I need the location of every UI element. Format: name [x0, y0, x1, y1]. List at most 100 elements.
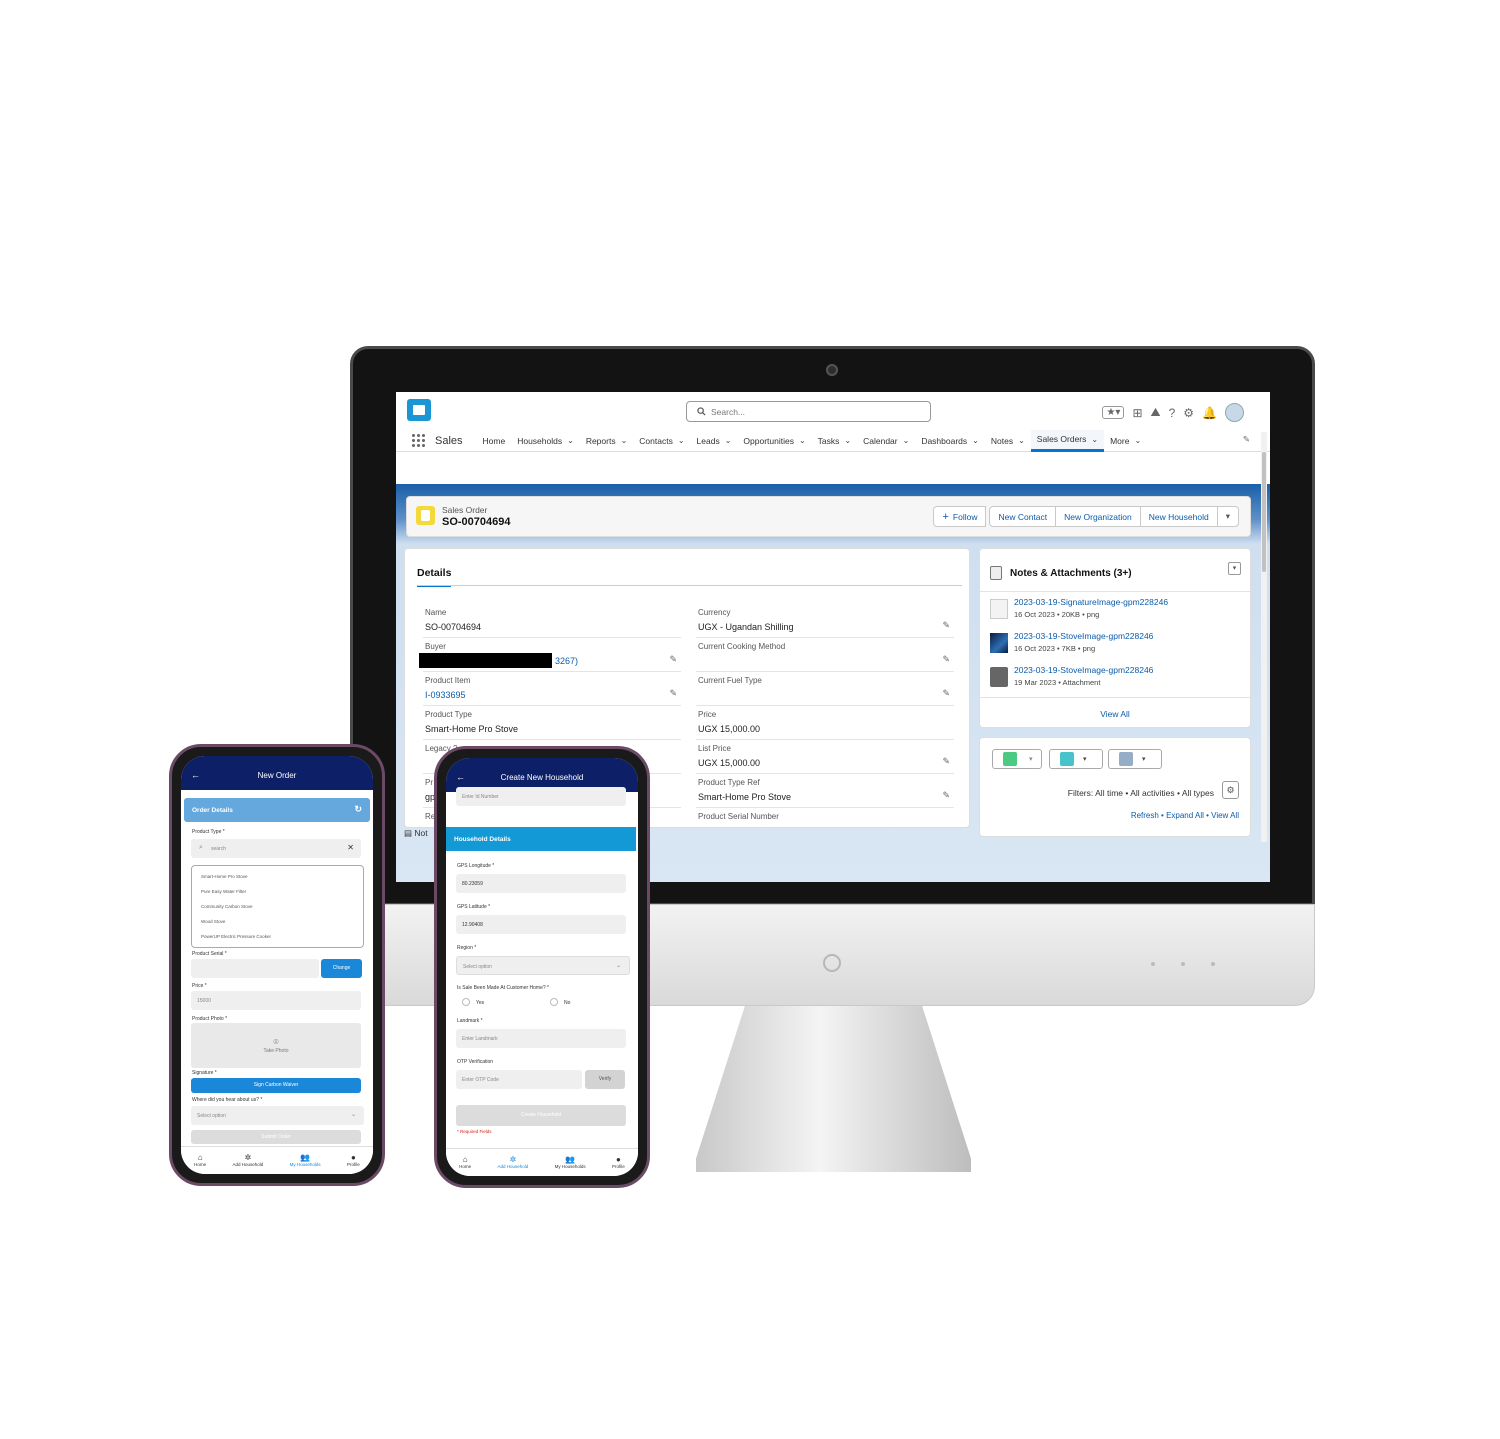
pencil-icon[interactable]: ✎ — [942, 654, 950, 665]
tab-home[interactable]: ⌂ Home — [194, 1153, 206, 1167]
nav-item-dashboards[interactable]: Dashboards ⌄ — [915, 430, 985, 452]
gear-icon[interactable]: ⚙ — [1183, 406, 1194, 420]
bottom-tab-bar: ⌂ Home ✲ Add Household 👥 My Households ● Profil… — [181, 1146, 373, 1174]
id-number-input[interactable]: Enter Id Number — [456, 787, 626, 806]
nav-item-more[interactable]: More ⌄ — [1104, 430, 1147, 452]
new-task-button[interactable]: ▾ — [992, 749, 1042, 769]
nav-item-home[interactable]: Home — [477, 430, 512, 452]
chevron-down-icon[interactable]: ⌄ — [678, 436, 685, 445]
take-photo-area[interactable]: ⌾ Take Photo — [191, 1023, 361, 1068]
nav-item-notes[interactable]: Notes ⌄ — [985, 430, 1031, 452]
otp-input[interactable]: Enter OTP Code — [456, 1070, 582, 1089]
attachment-link[interactable]: 2023-03-19-StoveImage-gpm228246 — [1014, 665, 1153, 675]
new-household-button[interactable]: New Household — [1139, 506, 1218, 527]
chevron-down-icon[interactable]: ⌄ — [1018, 436, 1025, 445]
chevron-down-icon[interactable]: ⌄ — [1134, 436, 1141, 445]
email-button[interactable]: ▾ — [1108, 749, 1162, 769]
log-call-button[interactable]: ▾ — [1049, 749, 1103, 769]
tab-add-household[interactable]: ✲ Add Household — [498, 1155, 529, 1169]
pencil-icon[interactable]: ✎ — [942, 756, 950, 767]
pencil-icon[interactable]: ✎ — [669, 688, 677, 699]
chevron-down-icon[interactable]: ⌄ — [903, 436, 910, 445]
product-option[interactable]: Smart-Home Pro Stove — [201, 874, 248, 879]
product-option[interactable]: Wood Stove — [201, 919, 225, 924]
view-all-link[interactable]: View All — [980, 709, 1250, 719]
bell-icon[interactable]: 🔔 — [1202, 406, 1217, 420]
global-create-icon[interactable]: ⊞ — [1132, 406, 1142, 420]
referral-select[interactable]: Select option ⌄ — [191, 1106, 364, 1125]
nav-item-households[interactable]: Households ⌄ — [511, 430, 580, 452]
pencil-icon[interactable]: ✎ — [669, 654, 677, 665]
tab-my-households[interactable]: 👥 My Households — [290, 1153, 321, 1167]
submit-order-button[interactable]: Submit Order — [191, 1130, 361, 1144]
app-launcher-icon[interactable] — [412, 433, 426, 448]
change-button[interactable]: Change — [321, 959, 362, 978]
nav-item-contacts[interactable]: Contacts ⌄ — [633, 430, 690, 452]
gps-longitude-input[interactable]: 80.23059 — [456, 874, 626, 893]
help-icon[interactable]: ? — [1169, 406, 1176, 420]
radio-no[interactable] — [550, 998, 558, 1006]
landmark-input[interactable]: Enter Landmark — [456, 1029, 626, 1048]
attachment-meta: 16 Oct 2023 • 7KB • png — [1014, 644, 1096, 653]
page-scrollbar[interactable] — [1261, 432, 1267, 842]
price-input[interactable]: 15000 — [191, 991, 361, 1010]
more-actions-button[interactable]: ▾ — [1216, 506, 1239, 527]
chevron-down-icon[interactable]: ⌄ — [567, 436, 574, 445]
nav-item-reports[interactable]: Reports ⌄ — [580, 430, 633, 452]
nav-item-tasks[interactable]: Tasks ⌄ — [812, 430, 857, 452]
tab-profile[interactable]: ● Profile — [347, 1153, 360, 1167]
verify-button[interactable]: Verify — [585, 1070, 625, 1089]
sign-waiver-button[interactable]: Sign Carbon Waiver — [191, 1078, 361, 1093]
create-household-button[interactable]: Create Household — [456, 1105, 626, 1126]
refresh-icon[interactable]: ↻ — [354, 804, 362, 815]
global-search-input[interactable]: Search... — [686, 401, 931, 422]
product-search-input[interactable]: ⌕ search ✕ — [191, 839, 361, 858]
nav-item-calendar[interactable]: Calendar ⌄ — [857, 430, 915, 452]
activity-filters[interactable]: Filters: All time • All activities • All… — [1068, 788, 1214, 798]
tab-add-household[interactable]: ✲ Add Household — [233, 1153, 264, 1167]
tab-profile[interactable]: ● Profile — [612, 1155, 625, 1169]
edit-nav-icon[interactable]: ✎ — [1243, 434, 1250, 445]
trailhead-icon[interactable]: ⛰ — [1151, 405, 1161, 420]
tab-details[interactable]: Details — [417, 567, 452, 587]
notes-menu-button[interactable]: ▾ — [1228, 562, 1241, 575]
close-icon[interactable]: ✕ — [347, 843, 354, 852]
gps-latitude-input[interactable]: 12.90408 — [456, 915, 626, 934]
product-option[interactable]: Pure Easy Water Filter — [201, 889, 246, 894]
tab-home[interactable]: ⌂ Home — [459, 1155, 471, 1169]
field-value[interactable]: I-0933695 — [425, 690, 466, 700]
field-value[interactable]: 3267) — [555, 656, 578, 666]
chevron-down-icon[interactable]: ⌄ — [621, 436, 628, 445]
field-label: Buyer — [425, 642, 446, 651]
chevron-down-icon[interactable]: ⌄ — [844, 436, 851, 445]
pencil-icon[interactable]: ✎ — [942, 790, 950, 801]
pencil-icon[interactable]: ✎ — [942, 688, 950, 699]
attachment-link[interactable]: 2023-03-19-StoveImage-gpm228246 — [1014, 631, 1153, 641]
filter-gear-icon[interactable]: ⚙ — [1222, 781, 1239, 799]
product-option[interactable]: PowerUP Electric Pressure Cooker — [201, 934, 271, 939]
nav-item-opportunities[interactable]: Opportunities ⌄ — [737, 430, 811, 452]
nav-item-sales-orders[interactable]: Sales Orders ⌄ — [1030, 429, 1105, 452]
indicator-dot — [1211, 962, 1215, 966]
activity-links[interactable]: Refresh • Expand All • View All — [1131, 811, 1239, 820]
utility-bar-notes[interactable]: ▤ Not — [404, 828, 428, 839]
chevron-down-icon[interactable]: ⌄ — [1091, 435, 1098, 444]
avatar[interactable] — [1225, 403, 1244, 422]
product-option[interactable]: Community Carbon Stove — [201, 904, 253, 909]
favorites-icon[interactable]: ★▾ — [1102, 406, 1125, 419]
chevron-down-icon[interactable]: ⌄ — [725, 436, 732, 445]
region-select[interactable]: Select option ⌄ — [456, 956, 630, 975]
radio-yes[interactable] — [462, 998, 470, 1006]
nav-item-leads[interactable]: Leads ⌄ — [691, 430, 738, 452]
tab-my-households[interactable]: 👥 My Households — [555, 1155, 586, 1169]
new-contact-button[interactable]: New Contact — [989, 506, 1057, 527]
new-organization-button[interactable]: New Organization — [1055, 506, 1141, 527]
pencil-icon[interactable]: ✎ — [942, 620, 950, 631]
attachment-link[interactable]: 2023-03-19-SignatureImage-gpm228246 — [1014, 597, 1168, 607]
follow-button[interactable]: + Follow — [933, 506, 987, 527]
chevron-down-icon[interactable]: ⌄ — [972, 436, 979, 445]
product-serial-input[interactable] — [191, 959, 319, 978]
attachment-row: 2023-03-19-StoveImage-gpm228246 16 Oct 20… — [990, 630, 1245, 662]
chevron-down-icon[interactable]: ⌄ — [799, 436, 806, 445]
detail-field: Buyer 3267) ✎ — [419, 639, 681, 672]
